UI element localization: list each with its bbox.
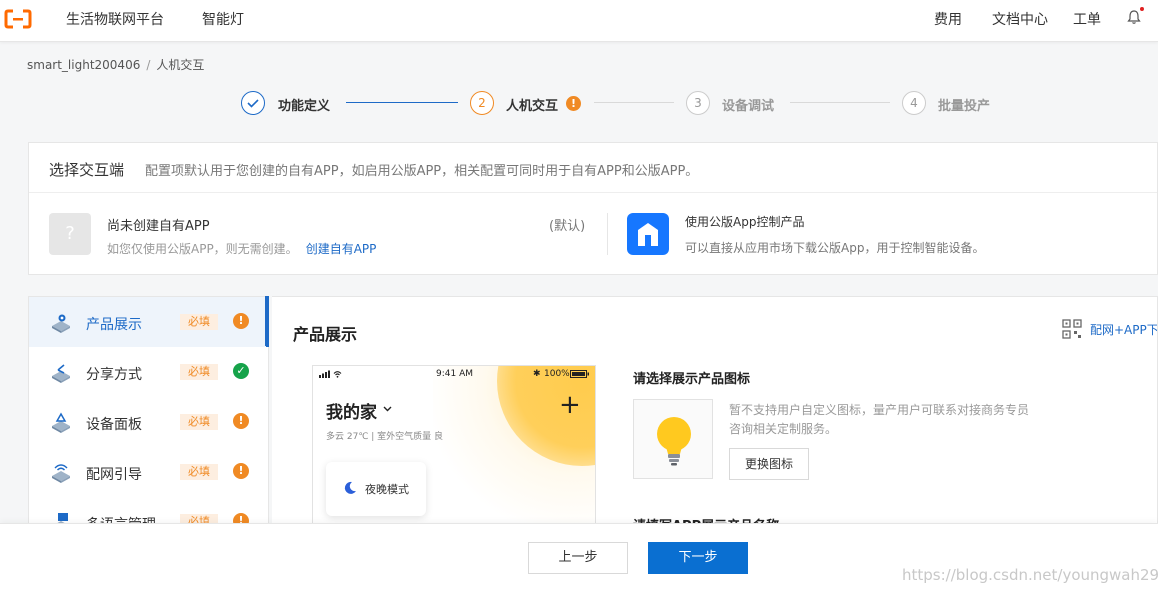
required-badge: 必填 <box>180 414 218 430</box>
section-title: 产品展示 <box>293 325 358 344</box>
own-app-placeholder-icon[interactable]: ? <box>49 213 91 255</box>
sidebar-item-network-guide[interactable]: 配网引导 必填 ! <box>29 447 269 497</box>
create-own-app-link[interactable]: 创建自有APP <box>306 242 377 256</box>
own-app-name[interactable]: 尚未创建自有APP <box>107 215 210 234</box>
nav-link-docs[interactable]: 文档中心 <box>992 9 1048 29</box>
phone-time: 9:41 AM <box>436 369 473 379</box>
choose-client-panel: 选择交互端 配置项默认用于您创建的自有APP，如启用公版APP，相关配置可同时用… <box>28 142 1158 275</box>
public-app-hint: 可以直接从应用市场下载公版App，用于控制智能设备。 <box>685 241 985 255</box>
next-step-button[interactable]: 下一步 <box>648 542 748 574</box>
required-badge: 必填 <box>180 464 218 480</box>
check-icon: ✓ <box>233 363 249 379</box>
chevron-down-icon <box>383 406 392 412</box>
breadcrumb-separator: / <box>146 58 151 72</box>
bluetooth-icon: ✱ <box>533 369 541 379</box>
breadcrumb-current: 人机交互 <box>156 58 205 72</box>
step-3-label: 设备调试 <box>722 99 775 114</box>
step-1-label: 功能定义 <box>278 99 331 114</box>
aliyun-logo-icon[interactable] <box>4 8 32 30</box>
watermark: https://blog.csdn.net/youngwah292 <box>902 566 1158 584</box>
step-4-circle: 4 <box>902 91 926 115</box>
app-divider <box>607 213 608 255</box>
step-line-2 <box>594 102 674 103</box>
sidebar-item-label: 产品展示 <box>86 317 142 333</box>
product-display-panel: 产品展示 配网+APP下 9:41 AM ✱ 100% 我的家 + 多云 27℃… <box>272 296 1158 526</box>
qr-preview-link[interactable]: 配网+APP下 <box>1090 321 1157 338</box>
network-guide-icon <box>52 464 70 483</box>
breadcrumb-device[interactable]: smart_light200406 <box>27 58 140 72</box>
phone-home-title: 我的家 <box>326 403 377 423</box>
product-display-icon <box>52 314 70 333</box>
phone-add-icon: + <box>559 390 581 420</box>
public-app-house-icon[interactable] <box>627 213 669 255</box>
qr-code-icon[interactable] <box>1062 319 1082 339</box>
own-app-hint-text: 如您仅使用公版APP，则无需创建。 <box>107 242 298 256</box>
step-4-label: 批量投产 <box>938 99 991 114</box>
prev-step-button[interactable]: 上一步 <box>528 542 628 574</box>
product-icon-preview <box>633 399 713 479</box>
notification-dot <box>1140 7 1144 11</box>
product-name[interactable]: 智能灯 <box>202 9 244 29</box>
own-app-hint: 如您仅使用公版APP，则无需创建。 创建自有APP <box>107 240 376 257</box>
platform-name[interactable]: 生活物联网平台 <box>66 9 164 29</box>
breadcrumb: smart_light200406 / 人机交互 <box>27 56 204 73</box>
phone-scene-card: 夜晚模式 <box>326 462 426 516</box>
moon-icon <box>344 481 356 494</box>
footer-bar: 上一步 下一步 https://blog.csdn.net/youngwah29… <box>0 523 1158 593</box>
step-line-1 <box>346 102 458 103</box>
choose-client-header: 选择交互端 配置项默认用于您创建的自有APP，如启用公版APP，相关配置可同时用… <box>29 143 1157 193</box>
nav-link-billing[interactable]: 费用 <box>934 9 962 29</box>
active-section-accent <box>265 296 269 346</box>
step-2-circle: 2 <box>470 91 494 115</box>
icon-section-title: 请选择展示产品图标 <box>633 372 751 387</box>
sidebar-item-label: 配网引导 <box>86 467 142 483</box>
top-nav: 生活物联网平台 智能灯 费用 文档中心 工单 <box>0 0 1158 42</box>
device-panel-icon <box>52 412 70 433</box>
phone-preview: 9:41 AM ✱ 100% 我的家 + 多云 27℃ | 室外空气质量 良 夜… <box>312 365 596 525</box>
phone-battery: 100% <box>544 369 570 379</box>
bell-icon[interactable] <box>1126 9 1142 25</box>
required-badge: 必填 <box>180 314 218 330</box>
share-icon <box>52 364 70 383</box>
signal-wifi-icon <box>319 370 342 378</box>
required-badge: 必填 <box>180 364 218 380</box>
sidebar-item-device-panel[interactable]: 设备面板 必填 ! <box>29 397 269 447</box>
phone-scene-label: 夜晚模式 <box>365 483 409 496</box>
sidebar-item-label: 分享方式 <box>86 367 142 383</box>
step-1-check-icon <box>241 91 265 115</box>
battery-icon <box>570 370 589 378</box>
light-bulb-icon <box>657 417 691 466</box>
choose-client-desc: 配置项默认用于您创建的自有APP，如启用公版APP，相关配置可同时用于自有APP… <box>145 164 699 179</box>
step-2-label: 人机交互 <box>506 99 559 114</box>
icon-note: 暂不支持用户自定义图标，量产用户可联系对接商务专员咨询相关定制服务。 <box>729 403 1030 436</box>
public-app-name[interactable]: 使用公版App控制产品 <box>685 213 804 230</box>
config-sidebar: 产品展示 必填 ! 分享方式 必填 ✓ 设备面板 必填 ! 配网引导 必填 ! <box>28 296 269 533</box>
sidebar-item-label: 设备面板 <box>86 417 142 433</box>
warning-icon: ! <box>233 313 249 329</box>
warning-icon: ! <box>233 463 249 479</box>
sidebar-item-share[interactable]: 分享方式 必填 ✓ <box>29 347 269 397</box>
step-line-3 <box>790 102 890 103</box>
change-icon-button[interactable]: 更换图标 <box>729 448 809 480</box>
sidebar-item-product-display[interactable]: 产品展示 必填 ! <box>29 297 269 347</box>
own-app-default-tag: (默认) <box>549 219 586 234</box>
nav-link-tickets[interactable]: 工单 <box>1073 9 1101 29</box>
choose-client-title: 选择交互端 <box>49 161 125 179</box>
step-2-warning-icon: ! <box>566 96 581 111</box>
warning-icon: ! <box>233 413 249 429</box>
step-3-circle: 3 <box>686 91 710 115</box>
phone-weather: 多云 27℃ | 室外空气质量 良 <box>326 432 444 442</box>
